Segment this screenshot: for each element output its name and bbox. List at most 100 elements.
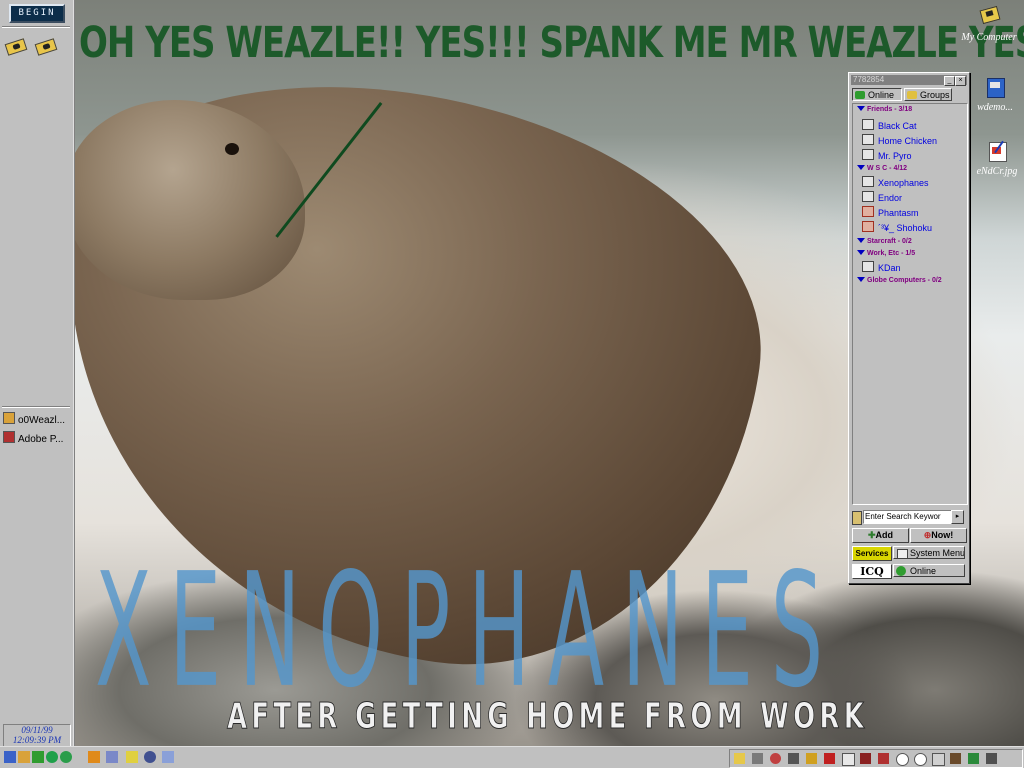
contact-status-icon <box>862 119 874 130</box>
search-go-button[interactable]: ▸ <box>951 510 964 524</box>
contact-item[interactable]: Xenophanes <box>862 176 929 188</box>
image-file-icon <box>983 140 1011 164</box>
contact-item[interactable]: ´³¥_ Shohoku <box>862 221 932 233</box>
task-button-weazle[interactable]: o0Weazl... <box>3 412 71 426</box>
menu-icon <box>897 549 908 558</box>
sea-lion-eye <box>225 143 239 155</box>
camera-icon[interactable] <box>34 36 58 56</box>
wallpaper-caption: AFTER GETTING HOME FROM WORK <box>227 696 869 738</box>
contact-name: Home Chicken <box>878 136 938 146</box>
clock-date: 09/11/99 <box>21 725 53 735</box>
wallpaper-headline: OH YES WEAZLE!! YES!!! SPANK ME MR WEAZL… <box>79 18 1024 68</box>
photoshop-icon <box>3 431 15 443</box>
begin-button[interactable]: BEGIN <box>9 4 65 23</box>
group-header-work[interactable]: Work, Etc - 1/5 <box>857 250 915 257</box>
chip-icon[interactable] <box>860 753 871 764</box>
icq-window: 7782854 _ × Online Groups Friends - 3/18… <box>848 72 970 584</box>
contact-item[interactable]: Phantasm <box>862 206 919 218</box>
system-menu-button[interactable]: System Menu <box>893 546 965 559</box>
online-flower-icon <box>896 566 906 576</box>
bottom-taskbar <box>0 746 1024 768</box>
cd-icon[interactable] <box>770 753 781 764</box>
desktop-icon[interactable] <box>162 751 174 763</box>
start-icon[interactable] <box>4 751 16 763</box>
icq-title-bar[interactable]: 7782854 _ × <box>851 75 967 86</box>
h-icon[interactable] <box>824 753 835 764</box>
user-icon[interactable] <box>18 751 30 763</box>
window-icon[interactable] <box>842 753 855 766</box>
add-icon: ✚ <box>867 530 876 540</box>
group-label: Globe Computers - 0/2 <box>867 277 942 284</box>
groups-icon <box>907 91 917 99</box>
desktop-icon-my-computer[interactable]: My Computer <box>954 5 1024 43</box>
services-button[interactable]: Services <box>852 546 892 561</box>
camera-icon[interactable] <box>4 36 28 56</box>
film-icon[interactable] <box>878 753 889 764</box>
tools-icon[interactable] <box>950 753 961 764</box>
left-taskbar: BEGIN o0Weazl... Adobe P... 09/11/99 12:… <box>0 0 75 748</box>
icq-logo-button[interactable]: ICQ <box>852 564 892 579</box>
notes-icon[interactable] <box>126 751 138 763</box>
contact-name: Black Cat <box>878 121 917 131</box>
pencil-icon[interactable] <box>806 753 817 764</box>
monitor-icon[interactable] <box>752 753 763 764</box>
minimize-button[interactable]: _ <box>944 76 955 86</box>
group-header-wsc[interactable]: W S C - 4/12 <box>857 165 907 172</box>
task-button-adobe[interactable]: Adobe P... <box>3 431 71 445</box>
network-icon[interactable] <box>32 751 44 763</box>
user-icon <box>3 412 15 424</box>
speaker-icon[interactable] <box>788 753 799 764</box>
runner-icon[interactable] <box>88 751 100 763</box>
sidebar-divider <box>2 26 70 28</box>
group-label: W S C - 4/12 <box>867 165 908 172</box>
graph-icon[interactable] <box>932 753 945 766</box>
tab-groups[interactable]: Groups <box>904 88 952 101</box>
group-header-starcraft[interactable]: Starcraft - 0/2 <box>857 238 912 245</box>
icq-search-bar: Enter Search Keywor ▸ <box>852 510 966 525</box>
expand-triangle-icon <box>857 277 865 282</box>
add-button[interactable]: ✚Add <box>852 528 909 543</box>
group-header-globe[interactable]: Globe Computers - 0/2 <box>857 277 942 284</box>
contact-name: Mr. Pyro <box>878 151 912 161</box>
contact-item[interactable]: Black Cat <box>862 119 917 131</box>
contact-item[interactable]: Home Chicken <box>862 134 937 146</box>
contact-status-icon <box>862 221 874 232</box>
icq-tab-bar: Online Groups <box>852 88 966 102</box>
close-button[interactable]: × <box>955 76 966 86</box>
system-menu-label: System Menu <box>910 548 965 558</box>
now-button[interactable]: ⊕Now! <box>910 528 967 543</box>
camera-icon[interactable] <box>734 753 745 764</box>
system-tray <box>729 749 1023 768</box>
online-icon <box>855 91 865 99</box>
icq-flower-icon[interactable] <box>46 751 58 763</box>
contact-status-icon <box>862 261 874 272</box>
icq-contact-list: Friends - 3/18 Black Cat Home Chicken Mr… <box>852 103 968 505</box>
desktop-icon-label: eNdCr.jpg <box>976 166 1018 177</box>
tab-groups-label: Groups <box>920 90 950 100</box>
search-input[interactable]: Enter Search Keywor <box>863 510 952 524</box>
bulb-icon[interactable] <box>896 753 909 766</box>
group-header-friends[interactable]: Friends - 3/18 <box>857 106 912 113</box>
clock-time: 12:09:39 PM <box>12 735 62 745</box>
clover-icon[interactable] <box>60 751 72 763</box>
expand-triangle-icon <box>857 250 865 255</box>
contact-name: Xenophanes <box>878 178 929 188</box>
expand-triangle-icon <box>857 238 865 243</box>
puzzle-icon[interactable] <box>968 753 979 764</box>
status-button[interactable]: Online <box>893 564 965 577</box>
contact-item[interactable]: Mr. Pyro <box>862 149 912 161</box>
explorer-icon[interactable] <box>106 751 118 763</box>
contact-status-icon <box>862 176 874 187</box>
desktop-icon-image-file[interactable]: eNdCr.jpg <box>962 140 1024 177</box>
tab-online[interactable]: Online <box>852 88 902 101</box>
add-label: Add <box>875 530 894 540</box>
contact-item[interactable]: KDan <box>862 261 901 273</box>
clock[interactable]: 09/11/99 12:09:39 PM <box>3 724 71 748</box>
contact-item[interactable]: Endor <box>862 191 902 203</box>
sidebar-divider <box>2 406 70 408</box>
globe-icon[interactable] <box>144 751 156 763</box>
setup-icon <box>981 76 1009 100</box>
wrench-icon[interactable] <box>986 753 997 764</box>
contact-name: Endor <box>878 193 903 203</box>
bulb-icon[interactable] <box>914 753 927 766</box>
